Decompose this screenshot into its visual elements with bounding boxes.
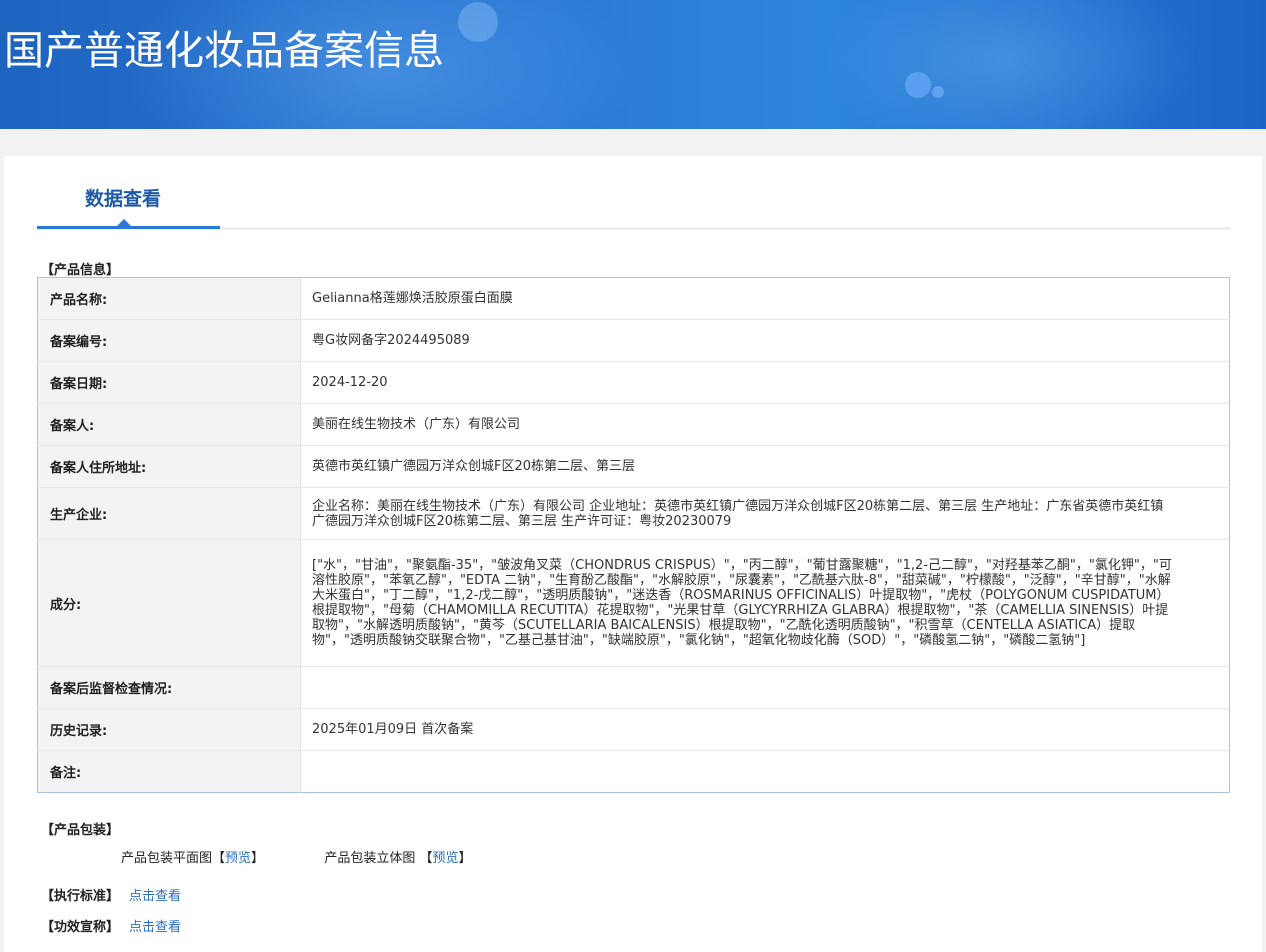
bracket: 【	[419, 851, 433, 866]
table-row: 备案编号: 粤G妆网备字2024495089	[37, 319, 1230, 362]
row-value: 2024-12-20	[300, 361, 1230, 404]
tab-bar: 数据查看	[37, 156, 1230, 232]
table-row: 历史记录: 2025年01月09日 首次备案	[37, 708, 1230, 751]
flat-preview-link[interactable]: 预览	[225, 851, 251, 866]
row-label: 备案人:	[37, 403, 301, 446]
solid-image-label: 产品包装立体图	[324, 851, 416, 866]
table-row: 生产企业: 企业名称：美丽在线生物技术（广东）有限公司 企业地址：英德市英红镇广…	[37, 487, 1230, 540]
bracket: 【	[212, 851, 226, 866]
efficacy-row: 【功效宣称】 点击查看	[41, 916, 181, 935]
banner-decoration	[932, 86, 944, 98]
banner-decoration	[820, 0, 1200, 129]
banner-decoration	[458, 2, 498, 42]
standard-label: 【执行标准】	[41, 889, 120, 904]
row-value: 英德市英红镇广德园万洋众创城F区20栋第二层、第三层	[300, 445, 1230, 488]
table-row: 备案日期: 2024-12-20	[37, 361, 1230, 404]
row-value: ["水"，"甘油"，"聚氨酯-35"，"皱波角叉菜（CHONDRUS CRISP…	[300, 539, 1230, 667]
row-value: Gelianna格莲娜焕活胶原蛋白面膜	[300, 277, 1230, 320]
flat-image-label: 产品包装平面图	[121, 851, 213, 866]
row-value: 企业名称：美丽在线生物技术（广东）有限公司 企业地址：英德市英红镇广德园万洋众创…	[300, 487, 1230, 540]
tab-caret-icon	[117, 219, 131, 226]
table-row: 成分: ["水"，"甘油"，"聚氨酯-35"，"皱波角叉菜（CHONDRUS C…	[37, 539, 1230, 667]
row-label: 生产企业:	[37, 487, 301, 540]
bracket: 】	[251, 851, 265, 866]
row-value	[300, 666, 1230, 709]
table-row: 备案后监督检查情况:	[37, 666, 1230, 709]
banner-decoration	[905, 72, 931, 98]
solid-preview-link[interactable]: 预览	[433, 851, 459, 866]
row-label: 历史记录:	[37, 708, 301, 751]
packaging-section-label: 【产品包装】	[41, 823, 120, 838]
packaging-links: 产品包装平面图【预览】 产品包装立体图 【预览】	[121, 847, 472, 866]
efficacy-label: 【功效宣称】	[41, 920, 120, 935]
product-info-table: 产品名称: Gelianna格莲娜焕活胶原蛋白面膜 备案编号: 粤G妆网备字20…	[37, 277, 1230, 793]
table-row: 产品名称: Gelianna格莲娜焕活胶原蛋白面膜	[37, 277, 1230, 320]
row-value: 美丽在线生物技术（广东）有限公司	[300, 403, 1230, 446]
bracket: 】	[458, 851, 472, 866]
tab-active-indicator	[37, 226, 220, 229]
row-value	[301, 751, 1230, 793]
efficacy-view-link[interactable]: 点击查看	[129, 920, 181, 935]
page-title: 国产普通化妆品备案信息	[4, 28, 444, 74]
row-value: 2025年01月09日 首次备案	[300, 708, 1230, 751]
row-label: 成分:	[37, 539, 301, 667]
row-label: 备案编号:	[37, 319, 301, 362]
product-info-section-label: 【产品信息】	[41, 263, 120, 278]
row-label: 备案后监督检查情况:	[37, 666, 301, 709]
tab-data-view[interactable]: 数据查看	[85, 184, 161, 211]
row-value: 粤G妆网备字2024495089	[300, 319, 1230, 362]
row-label: 备案日期:	[37, 361, 301, 404]
content-card: 数据查看 【产品信息】 产品名称: Gelianna格莲娜焕活胶原蛋白面膜 备案…	[4, 156, 1262, 952]
standard-row: 【执行标准】 点击查看	[41, 885, 181, 904]
row-label: 备注:	[37, 750, 301, 793]
row-label: 备案人住所地址:	[37, 445, 301, 488]
header-banner: 国产普通化妆品备案信息	[0, 0, 1266, 129]
table-row: 备案人住所地址: 英德市英红镇广德园万洋众创城F区20栋第二层、第三层	[37, 445, 1230, 488]
row-label: 产品名称:	[37, 277, 301, 320]
table-row: 备注:	[37, 750, 1230, 793]
table-row: 备案人: 美丽在线生物技术（广东）有限公司	[37, 403, 1230, 446]
standard-view-link[interactable]: 点击查看	[129, 889, 181, 904]
